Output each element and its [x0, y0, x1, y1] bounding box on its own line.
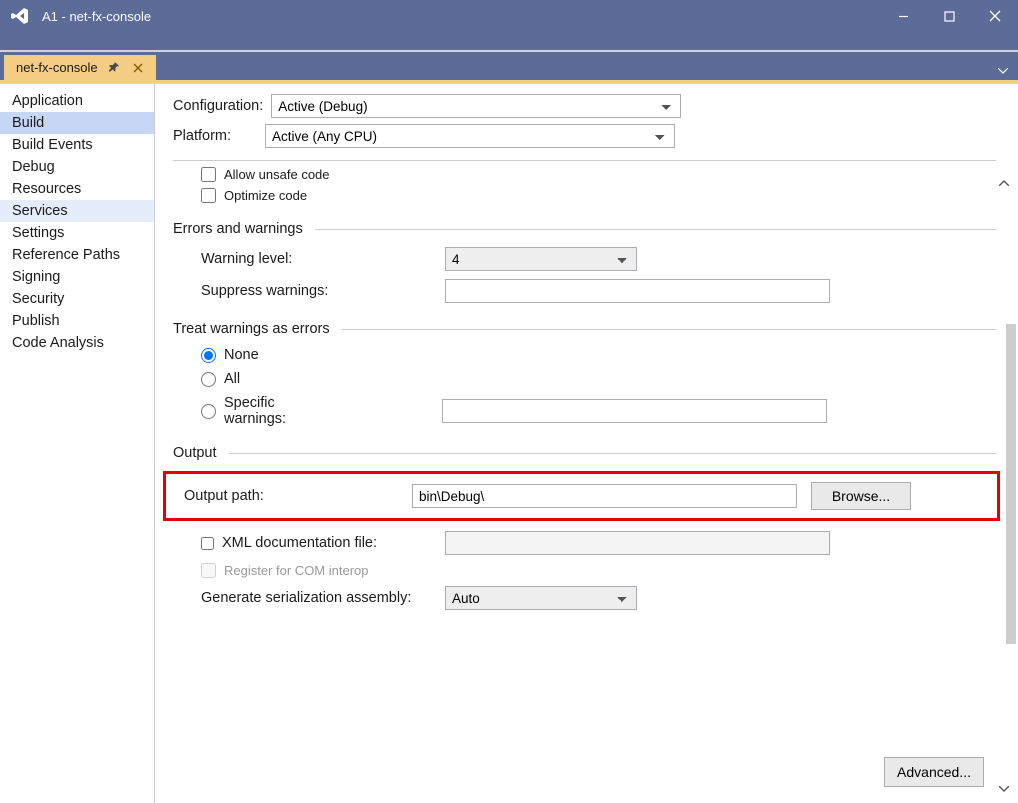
- sidebar-item-settings[interactable]: Settings: [0, 222, 154, 244]
- output-path-input[interactable]: [412, 484, 797, 508]
- register-com-label: Register for COM interop: [224, 563, 369, 578]
- xml-doc-label: XML documentation file:: [222, 535, 377, 551]
- window-title: A1 - net-fx-console: [42, 9, 880, 24]
- suppress-warnings-label: Suppress warnings:: [201, 283, 445, 299]
- section-line: [342, 329, 996, 330]
- treat-none-label: None: [224, 347, 259, 363]
- output-path-highlight: Output path: Browse...: [163, 471, 1000, 521]
- errors-warnings-header: Errors and warnings: [173, 221, 303, 237]
- sidebar-item-security[interactable]: Security: [0, 288, 154, 310]
- sidebar-item-reference-paths[interactable]: Reference Paths: [0, 244, 154, 266]
- advanced-button[interactable]: Advanced...: [884, 757, 984, 787]
- warning-level-select[interactable]: 4: [445, 247, 637, 271]
- sidebar-item-build[interactable]: Build: [0, 112, 154, 134]
- configuration-label: Configuration:: [173, 98, 263, 114]
- treat-all-radio[interactable]: [201, 372, 216, 387]
- title-bar: A1 - net-fx-console: [0, 0, 1018, 32]
- xml-doc-checkbox[interactable]: [201, 537, 214, 550]
- section-line: [315, 229, 996, 230]
- treat-specific-input: [442, 399, 827, 423]
- section-line: [229, 453, 996, 454]
- sidebar-item-build-events[interactable]: Build Events: [0, 134, 154, 156]
- sidebar-item-application[interactable]: Application: [0, 90, 154, 112]
- properties-sidebar: Application Build Build Events Debug Res…: [0, 84, 155, 803]
- suppress-warnings-input[interactable]: [445, 279, 830, 303]
- sidebar-item-debug[interactable]: Debug: [0, 156, 154, 178]
- treat-warnings-header: Treat warnings as errors: [173, 321, 330, 337]
- scroll-up-icon[interactable]: [995, 174, 1012, 191]
- browse-button[interactable]: Browse...: [811, 482, 911, 510]
- sidebar-item-resources[interactable]: Resources: [0, 178, 154, 200]
- document-tab[interactable]: net-fx-console: [4, 55, 156, 80]
- visual-studio-logo-icon: [6, 2, 34, 30]
- treat-specific-radio[interactable]: [201, 404, 216, 419]
- register-com-checkbox: [201, 563, 216, 578]
- output-path-label: Output path:: [184, 488, 412, 504]
- optimize-code-checkbox[interactable]: [201, 188, 216, 203]
- pin-icon[interactable]: [106, 60, 122, 76]
- platform-label: Platform:: [173, 128, 231, 144]
- warning-level-label: Warning level:: [201, 251, 445, 267]
- close-tab-icon[interactable]: [130, 60, 146, 76]
- content-area: Application Build Build Events Debug Res…: [0, 83, 1018, 803]
- scrollbar-thumb[interactable]: [1006, 324, 1016, 644]
- sidebar-item-code-analysis[interactable]: Code Analysis: [0, 332, 154, 354]
- sidebar-item-publish[interactable]: Publish: [0, 310, 154, 332]
- close-button[interactable]: [972, 0, 1018, 32]
- divider: [173, 160, 996, 161]
- optimize-code-label: Optimize code: [224, 188, 307, 203]
- maximize-button[interactable]: [926, 0, 972, 32]
- document-tab-label: net-fx-console: [16, 60, 98, 75]
- output-header: Output: [173, 445, 217, 461]
- allow-unsafe-checkbox[interactable]: [201, 167, 216, 182]
- treat-all-label: All: [224, 371, 240, 387]
- sidebar-item-services[interactable]: Services: [0, 200, 154, 222]
- allow-unsafe-label: Allow unsafe code: [224, 167, 330, 182]
- tab-overflow-icon[interactable]: [998, 68, 1008, 80]
- xml-doc-input: [445, 531, 830, 555]
- build-settings-panel: Configuration: Active (Debug) Platform: …: [155, 84, 1018, 803]
- treat-specific-label: Specific warnings:: [224, 395, 340, 427]
- platform-select[interactable]: Active (Any CPU): [265, 124, 675, 148]
- treat-none-radio[interactable]: [201, 348, 216, 363]
- document-tab-bar: net-fx-console: [0, 52, 1018, 80]
- scroll-down-icon[interactable]: [995, 780, 1012, 797]
- configuration-select[interactable]: Active (Debug): [271, 94, 681, 118]
- menu-strip: [0, 32, 1018, 52]
- gen-serialization-label: Generate serialization assembly:: [201, 590, 445, 606]
- gen-serialization-select[interactable]: Auto: [445, 586, 637, 610]
- minimize-button[interactable]: [880, 0, 926, 32]
- sidebar-item-signing[interactable]: Signing: [0, 266, 154, 288]
